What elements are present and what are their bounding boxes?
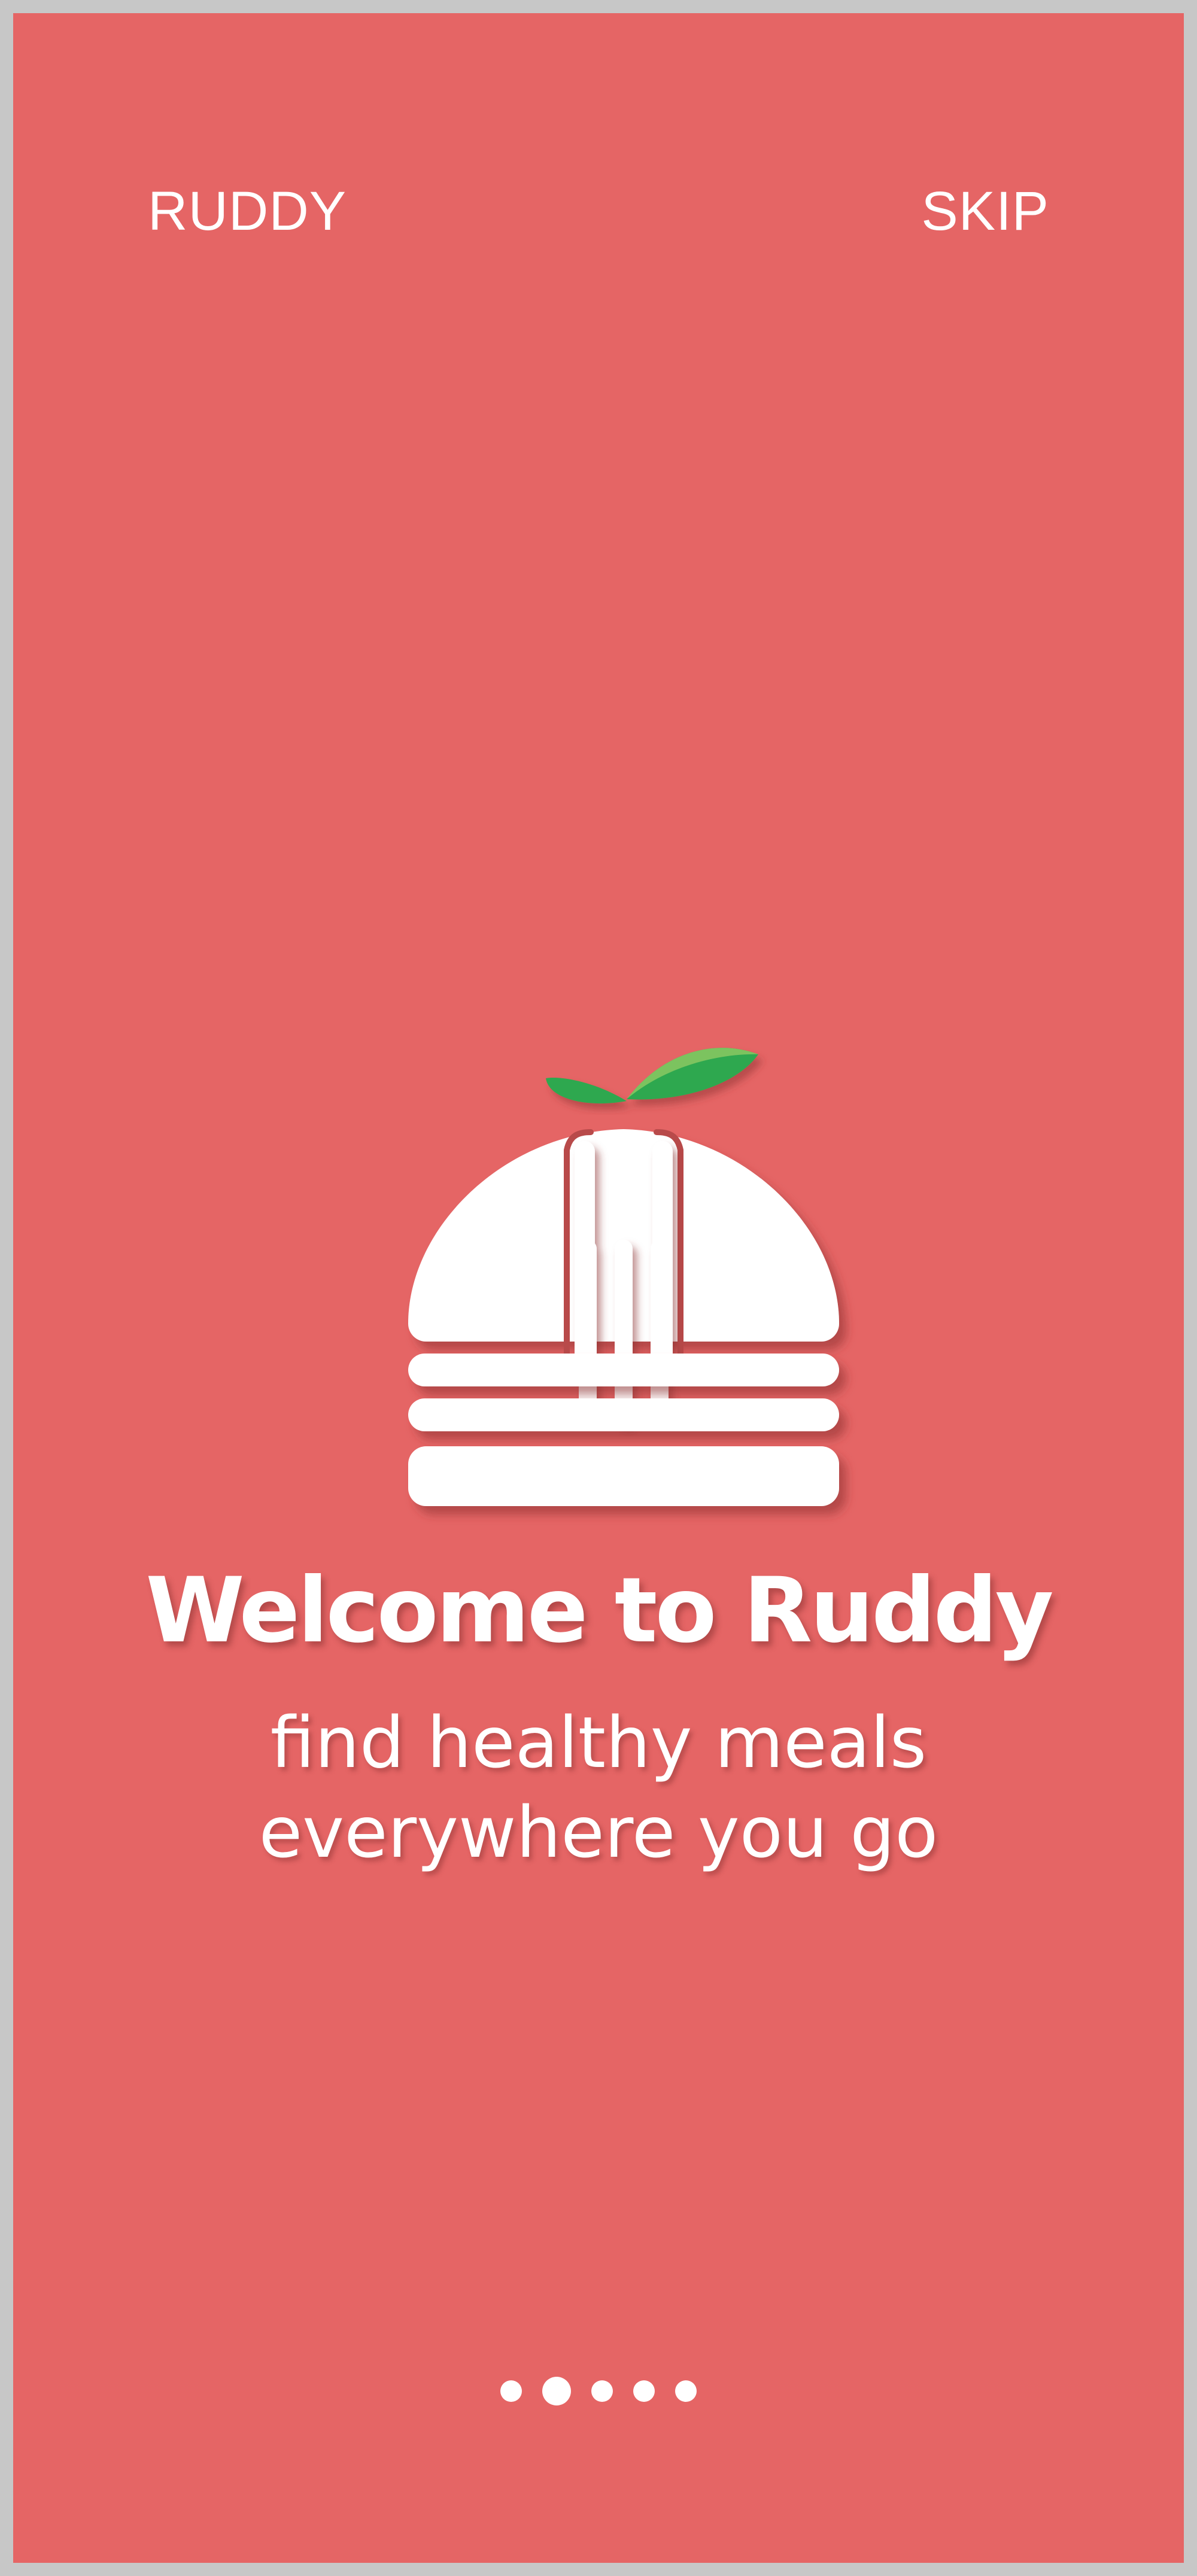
page-dot-2[interactable] [542, 2377, 571, 2405]
welcome-title: Welcome to Ruddy [145, 1559, 1053, 1663]
page-indicator [13, 2377, 1184, 2405]
subtitle-line-1: find healthy meals [270, 1701, 927, 1784]
leaf-icon [546, 1048, 758, 1104]
burger-layers [408, 1354, 839, 1506]
skip-button[interactable]: SKIP [921, 184, 1049, 239]
page-dot-3[interactable] [591, 2380, 613, 2402]
brand-label: RUDDY [148, 181, 347, 242]
welcome-subtitle: find healthy meals everywhere you go [13, 1698, 1184, 1877]
burger-with-fork-and-leaf-icon [408, 1048, 839, 1506]
subtitle-line-2: everywhere you go [259, 1791, 938, 1874]
page-dot-1[interactable] [500, 2380, 522, 2402]
device-frame: RUDDY SKIP Welcome to Ruddy find healthy… [0, 0, 1197, 2576]
page-dot-4[interactable] [633, 2380, 655, 2402]
onboarding-screen: RUDDY SKIP Welcome to Ruddy find healthy… [13, 13, 1184, 2563]
page-dot-5[interactable] [675, 2380, 697, 2402]
